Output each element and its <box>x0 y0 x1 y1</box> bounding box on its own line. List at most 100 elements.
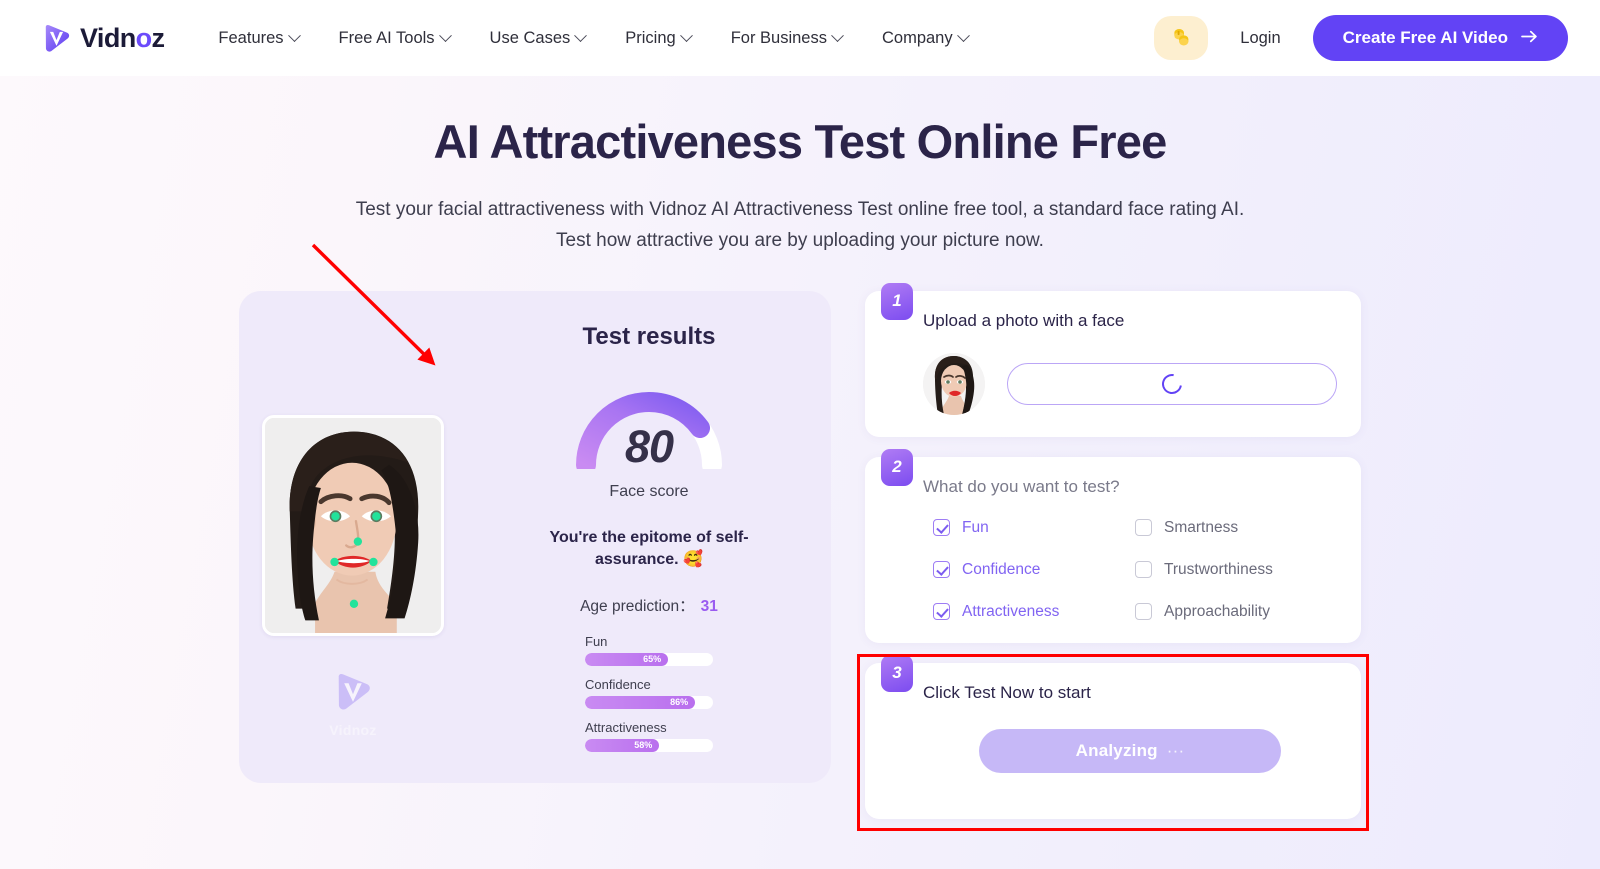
analyzing-button-label: Analyzing <box>1075 740 1158 760</box>
metric-label: Confidence <box>585 676 651 692</box>
step-1-title: Upload a photo with a face <box>923 310 1125 330</box>
analyzed-photo <box>262 414 444 636</box>
face-score-gauge: 80 <box>570 373 728 472</box>
analyzing-dots: ··· <box>1166 740 1185 760</box>
nav-item-for-business[interactable]: For Business <box>711 21 862 56</box>
metric-label: Attractiveness <box>585 719 667 735</box>
metric-track: 86% <box>585 695 713 709</box>
metric-attractiveness: Attractiveness 58% <box>585 720 713 752</box>
step-3-wrapper: 3 Click Test Now to start Analyzing ··· <box>857 653 1369 831</box>
vidnoz-watermark: Vidnoz <box>329 670 376 738</box>
vidnoz-watermark-label: Vidnoz <box>329 721 377 738</box>
brand-name: Vidnoz <box>80 22 165 53</box>
step-2-number: 2 <box>881 448 913 486</box>
subtitle-line-2: Test how attractive you are by uploading… <box>556 229 1044 251</box>
coins-button[interactable] <box>1154 16 1209 60</box>
age-prediction: Age prediction： 31 <box>580 594 718 616</box>
metric-track: 58% <box>585 738 713 752</box>
option-approachability[interactable]: Approachability <box>1135 603 1337 621</box>
checkbox-fun[interactable] <box>933 519 950 537</box>
top-navigation-bar: Vidnoz Features Free AI Tools Use Cases … <box>0 0 1600 76</box>
hero-section: AI Attractiveness Test Online Free Test … <box>0 76 1600 257</box>
nav-item-label: Free AI Tools <box>338 28 435 47</box>
metric-label: Fun <box>585 633 608 649</box>
login-link[interactable]: Login <box>1230 23 1290 54</box>
step-3-title: Click Test Now to start <box>923 682 1091 702</box>
metric-track: 65% <box>585 652 713 666</box>
metrics-list: Fun 65% Confidence 86% Attractiveness 58… <box>585 634 713 763</box>
step-2-title: What do you want to test? <box>923 476 1120 496</box>
metric-confidence: Confidence 86% <box>585 677 713 709</box>
metric-percent: 58% <box>634 740 653 751</box>
option-smartness[interactable]: Smartness <box>1135 519 1337 537</box>
step-3-card: 3 Click Test Now to start Analyzing ··· <box>865 654 1361 819</box>
vidnoz-logo[interactable]: Vidnoz <box>40 22 165 55</box>
vidnoz-watermark-icon <box>331 670 375 719</box>
arrow-right-icon <box>1521 28 1538 48</box>
option-label: Smartness <box>1164 518 1239 536</box>
metric-fill: 65% <box>585 652 669 666</box>
metric-percent: 65% <box>643 654 662 665</box>
main-content: Vidnoz Test results 80 Face score You're… <box>0 257 1600 831</box>
page-subtitle: Test your facial attractiveness with Vid… <box>225 195 1375 257</box>
subtitle-line-1: Test your facial attractiveness with Vid… <box>355 199 1245 220</box>
checkbox-approachability[interactable] <box>1135 603 1152 621</box>
checkbox-trustworthiness[interactable] <box>1135 561 1152 579</box>
nav-links: Features Free AI Tools Use Cases Pricing… <box>198 21 987 56</box>
age-prediction-label: Age prediction： <box>580 597 695 615</box>
step-1-number: 1 <box>881 282 913 320</box>
page-title: AI Attractiveness Test Online Free <box>433 115 1168 168</box>
loading-spinner-icon <box>1158 369 1186 398</box>
chevron-down-icon <box>574 28 588 42</box>
option-label: Trustworthiness <box>1164 560 1273 578</box>
analyzing-button[interactable]: Analyzing ··· <box>979 728 1281 773</box>
cta-label: Create Free AI Video <box>1342 28 1508 47</box>
age-prediction-value: 31 <box>700 597 718 615</box>
checkbox-attractiveness[interactable] <box>933 603 950 621</box>
metric-fun: Fun 65% <box>585 634 713 666</box>
face-score-label: Face score <box>609 482 689 500</box>
step-1-card: 1 Upload a photo with a face <box>865 282 1361 437</box>
test-results-card: Vidnoz Test results 80 Face score You're… <box>239 290 831 783</box>
option-label: Confidence <box>962 560 1041 578</box>
upload-row <box>923 352 1337 415</box>
nav-item-free-ai-tools[interactable]: Free AI Tools <box>319 21 470 56</box>
metric-fill: 58% <box>585 738 660 752</box>
photo-column: Vidnoz <box>239 309 467 783</box>
chevron-down-icon <box>438 28 452 42</box>
test-options-group: Fun Smartness Confidence Trustworthiness <box>923 519 1337 621</box>
metric-percent: 86% <box>670 697 689 708</box>
chevron-down-icon <box>287 28 301 42</box>
chevron-down-icon <box>831 28 844 42</box>
option-label: Attractiveness <box>962 602 1060 620</box>
nav-item-use-cases[interactable]: Use Cases <box>470 21 606 56</box>
test-results-heading: Test results <box>582 322 716 350</box>
chevron-down-icon <box>679 28 693 42</box>
nav-item-company[interactable]: Company <box>862 21 988 56</box>
nav-item-label: Pricing <box>625 28 676 47</box>
uploaded-face-thumbnail[interactable] <box>923 352 985 415</box>
option-trustworthiness[interactable]: Trustworthiness <box>1135 561 1337 579</box>
nav-item-label: Use Cases <box>489 28 571 47</box>
face-score-value: 80 <box>624 420 674 472</box>
step-2-card: 2 What do you want to test? Fun Smartnes… <box>865 448 1361 643</box>
upload-status-box[interactable] <box>1007 362 1337 405</box>
checkbox-smartness[interactable] <box>1135 519 1152 537</box>
checkbox-confidence[interactable] <box>933 561 950 579</box>
nav-item-label: Features <box>218 28 284 47</box>
create-free-ai-video-button[interactable]: Create Free AI Video <box>1312 15 1568 61</box>
steps-column: 1 Upload a photo with a face 2 What do y… <box>857 282 1369 831</box>
verdict-text: You're the epitome of self-assurance. 🥰 <box>549 528 749 569</box>
step-3-number: 3 <box>881 654 913 692</box>
option-label: Fun <box>962 518 989 536</box>
nav-item-label: Company <box>881 28 953 47</box>
chevron-down-icon <box>956 28 970 42</box>
option-confidence[interactable]: Confidence <box>933 561 1135 579</box>
option-fun[interactable]: Fun <box>933 519 1135 537</box>
nav-item-features[interactable]: Features <box>198 21 318 56</box>
nav-item-pricing[interactable]: Pricing <box>605 21 710 56</box>
vidnoz-play-logo-icon <box>40 22 73 55</box>
score-column: Test results 80 Face score You're the ep… <box>467 309 831 783</box>
nav-right-group: Login Create Free AI Video <box>1154 15 1568 61</box>
option-attractiveness[interactable]: Attractiveness <box>933 603 1135 621</box>
